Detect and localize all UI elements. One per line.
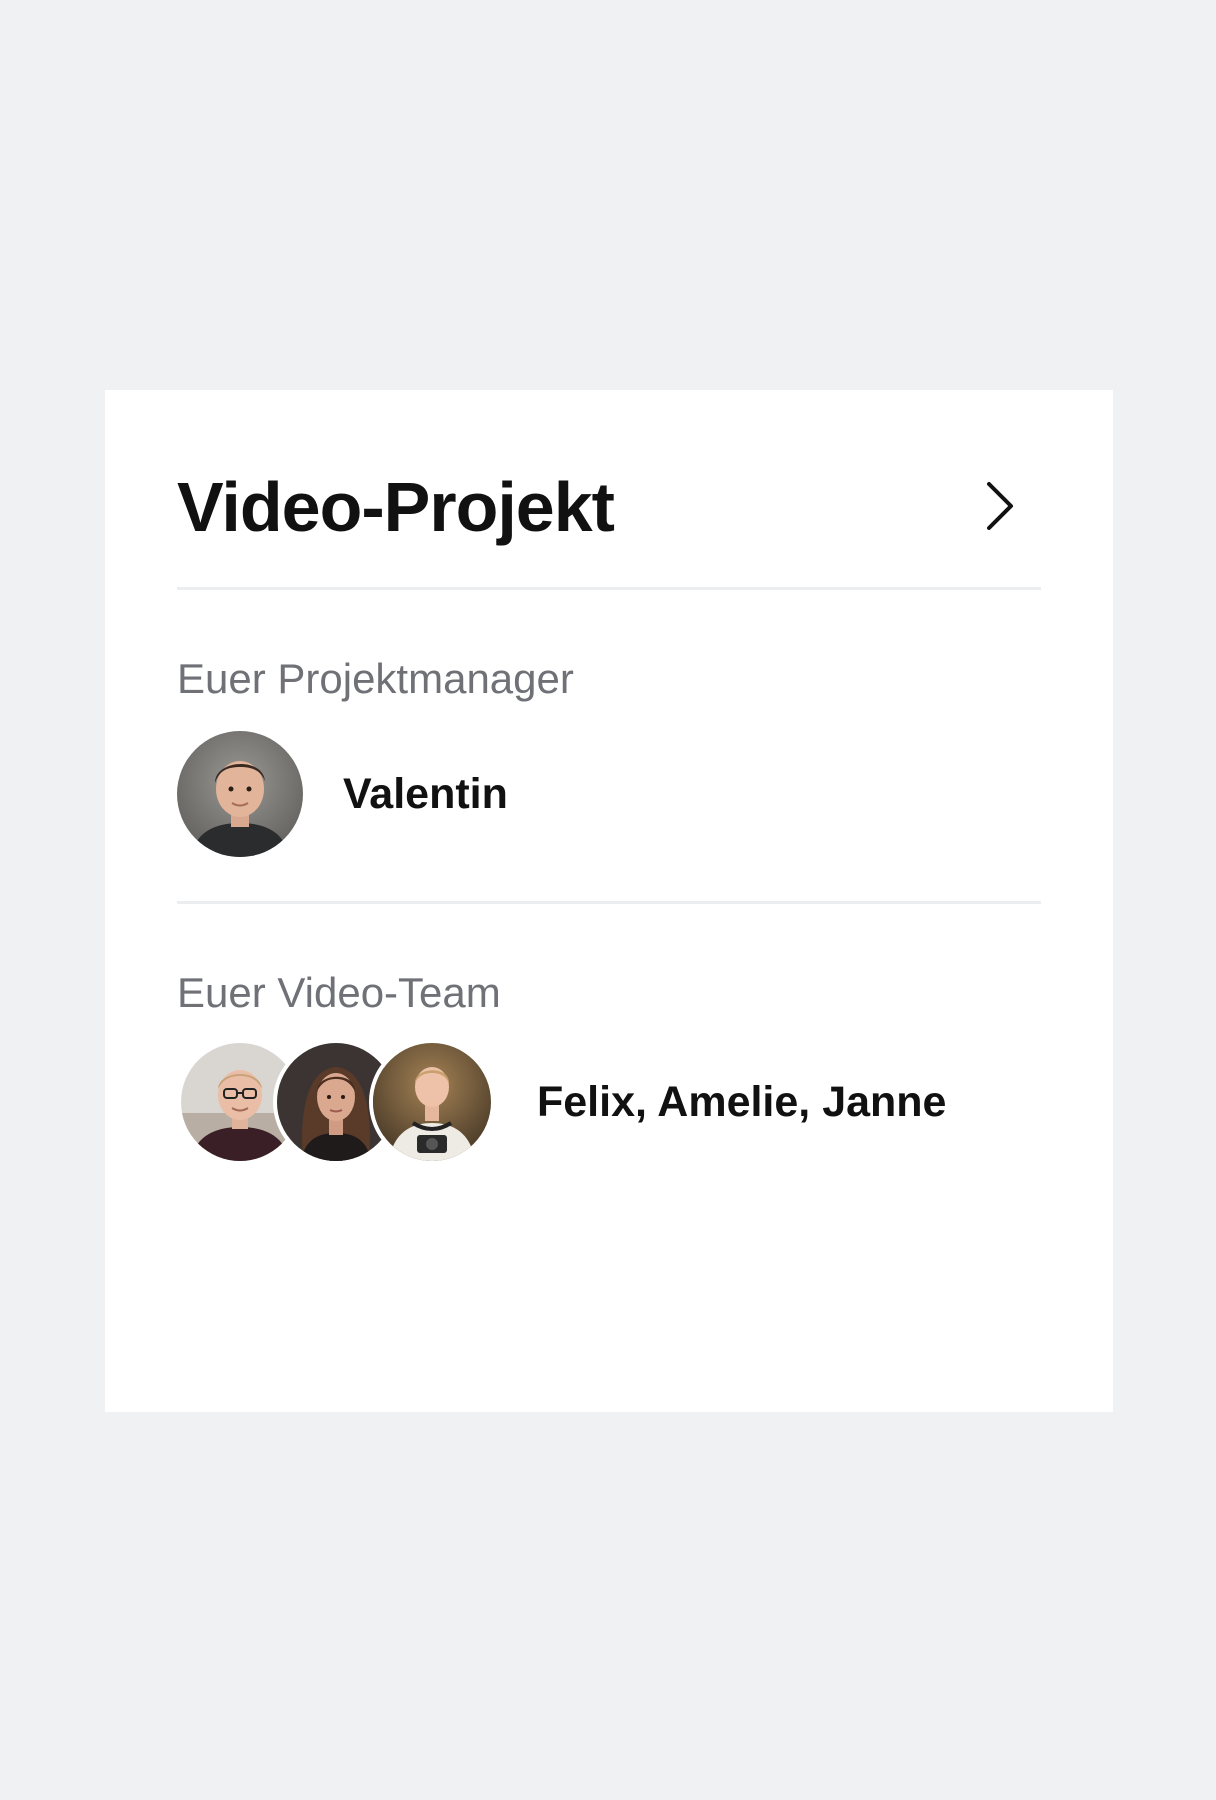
team-avatar-stack [177,1039,495,1165]
avatar-valentin [177,731,303,857]
video-team-row: Felix, Amelie, Janne [177,1039,947,1165]
card-header: Video-Projekt [177,390,1041,590]
video-project-card[interactable]: Video-Projekt Euer Projektmanager Valent… [105,390,1113,1412]
video-team-section: Euer Video-Team Felix, Amelie, Janne [177,904,1041,1204]
project-manager-section: Euer Projektmanager Valentin [177,590,1041,904]
avatar-janne [369,1039,495,1165]
card-title: Video-Projekt [177,468,615,546]
project-manager-row: Valentin [177,730,508,858]
chevron-right-icon[interactable] [975,478,1023,534]
video-team-names: Felix, Amelie, Janne [537,1077,947,1126]
video-team-label: Euer Video-Team [177,969,501,1016]
project-manager-name: Valentin [343,769,508,818]
project-manager-label: Euer Projektmanager [177,655,574,702]
